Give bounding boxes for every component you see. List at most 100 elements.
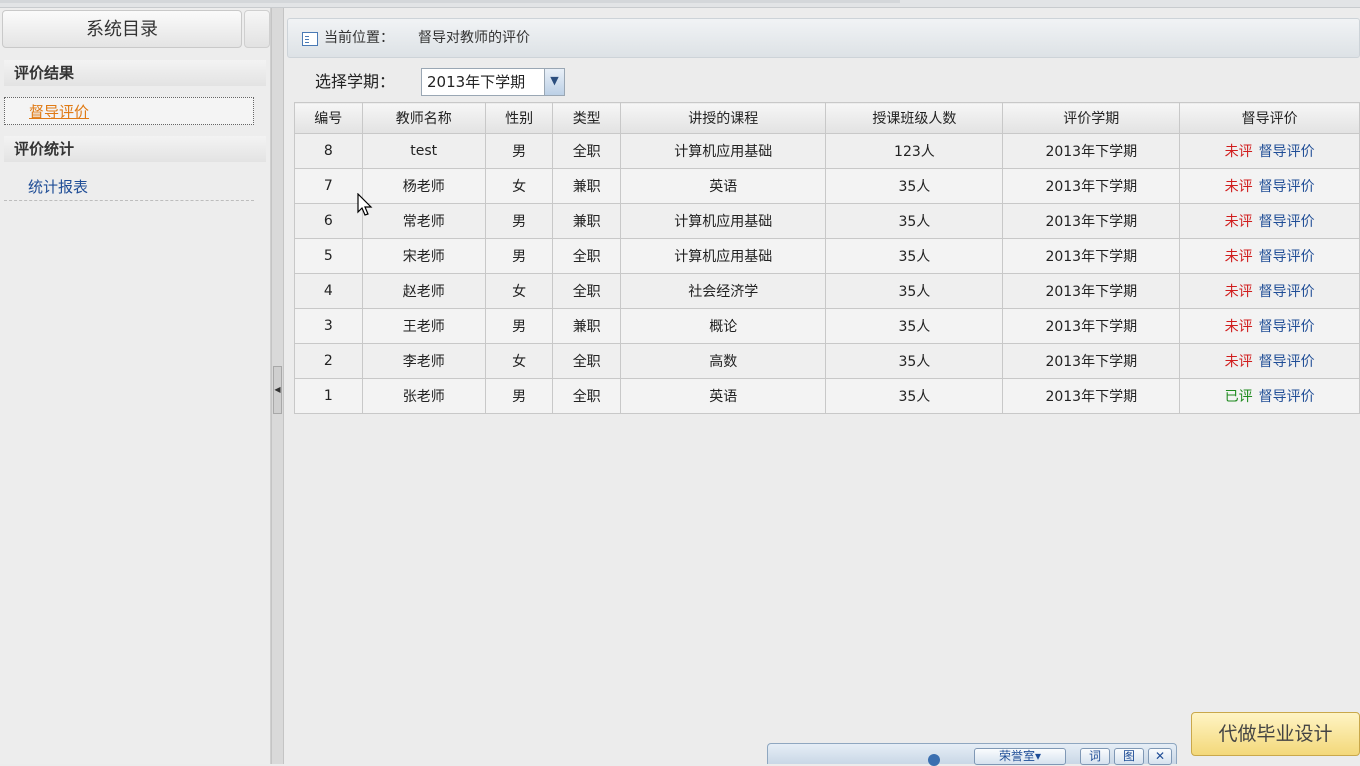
evaluate-link[interactable]: 督导评价 (1259, 319, 1315, 335)
evaluate-link[interactable]: 督导评价 (1259, 214, 1315, 230)
cell-type: 全职 (552, 273, 621, 309)
sidebar-title[interactable]: 系统目录 (2, 10, 242, 48)
evaluate-link[interactable]: 督导评价 (1259, 179, 1315, 195)
cell-id: 2 (294, 343, 363, 379)
window-top-bar (0, 0, 900, 3)
status-badge: 未评 (1224, 249, 1253, 265)
cell-id: 6 (294, 203, 363, 239)
cell-evaluation: 未评 督导评价 (1179, 273, 1360, 309)
sidebar-section-results[interactable]: 评价结果 (4, 60, 266, 86)
cell-gender: 女 (484, 273, 554, 309)
cell-type: 全职 (552, 343, 621, 379)
evaluate-link[interactable]: 督导评价 (1259, 249, 1315, 265)
cell-gender: 男 (484, 203, 554, 239)
status-badge: 未评 (1224, 354, 1253, 370)
chevron-down-icon[interactable]: ▼ (544, 69, 564, 95)
cell-type: 全职 (552, 133, 621, 169)
term-select[interactable]: 2013年下学期 ▼ (421, 68, 565, 96)
sidebar-tab-stub[interactable] (244, 10, 270, 48)
table-row: 3 王老师 男 兼职 概论 35人 2013年下学期 未评 督导评价 (294, 308, 1360, 344)
cell-term: 2013年下学期 (1002, 203, 1181, 239)
sidebar-item-supervisor-evaluation[interactable]: 督导评价 (4, 97, 254, 125)
cell-term: 2013年下学期 (1002, 133, 1181, 169)
col-header-supervisor-evaluation: 督导评价 (1179, 102, 1360, 134)
cell-id: 4 (294, 273, 363, 309)
cell-teacher-name: 杨老师 (361, 168, 486, 204)
table-row: 1 张老师 男 全职 英语 35人 2013年下学期 已评 督导评价 (294, 378, 1360, 414)
list-icon (302, 32, 318, 46)
col-header-course: 讲授的课程 (619, 102, 827, 134)
evaluate-link[interactable]: 督导评价 (1259, 354, 1315, 370)
cell-class-size: 35人 (825, 308, 1004, 344)
evaluate-link[interactable]: 督导评价 (1259, 389, 1315, 405)
evaluate-link[interactable]: 督导评价 (1259, 144, 1315, 160)
cell-type: 全职 (552, 378, 621, 414)
cell-term: 2013年下学期 (1002, 378, 1181, 414)
cell-term: 2013年下学期 (1002, 343, 1181, 379)
status-badge: 未评 (1224, 214, 1253, 230)
cell-gender: 女 (484, 343, 554, 379)
col-header-class-size: 授课班级人数 (825, 102, 1004, 134)
cell-teacher-name: 张老师 (361, 378, 486, 414)
panel-splitter[interactable]: ◀ (271, 8, 284, 764)
toolbar-dropdown[interactable]: 荣誉室▾ (974, 748, 1066, 765)
table-row: 5 宋老师 男 全职 计算机应用基础 35人 2013年下学期 未评 督导评价 (294, 238, 1360, 274)
cell-id: 3 (294, 308, 363, 344)
window-top-edge (0, 0, 1360, 8)
cell-id: 8 (294, 133, 363, 169)
cell-id: 7 (294, 168, 363, 204)
cell-evaluation: 未评 督导评价 (1179, 133, 1360, 169)
cell-course: 计算机应用基础 (619, 133, 827, 169)
floating-toolbar: 荣誉室▾ 词 图 ✕ (767, 743, 1177, 766)
status-badge: 未评 (1224, 284, 1253, 300)
cell-course: 社会经济学 (619, 273, 827, 309)
cell-term: 2013年下学期 (1002, 238, 1181, 274)
col-header-gender: 性别 (484, 102, 554, 134)
term-filter-label: 选择学期： (315, 72, 396, 91)
cell-term: 2013年下学期 (1002, 273, 1181, 309)
cell-type: 全职 (552, 238, 621, 274)
status-badge: 未评 (1224, 319, 1253, 335)
cell-evaluation: 未评 督导评价 (1179, 343, 1360, 379)
cell-gender: 男 (484, 133, 554, 169)
cell-class-size: 35人 (825, 343, 1004, 379)
cell-class-size: 35人 (825, 378, 1004, 414)
record-dot-icon (928, 754, 940, 766)
toolbar-image-button[interactable]: 图 (1114, 748, 1144, 765)
table-row: 2 李老师 女 全职 高数 35人 2013年下学期 未评 督导评价 (294, 343, 1360, 379)
cell-class-size: 35人 (825, 168, 1004, 204)
table-row: 7 杨老师 女 兼职 英语 35人 2013年下学期 未评 督导评价 (294, 168, 1360, 204)
cell-teacher-name: 赵老师 (361, 273, 486, 309)
sidebar-section-statistics[interactable]: 评价统计 (4, 136, 266, 162)
cell-gender: 男 (484, 238, 554, 274)
collapse-arrow-icon[interactable]: ◀ (273, 366, 282, 414)
cell-type: 兼职 (552, 308, 621, 344)
cell-class-size: 35人 (825, 273, 1004, 309)
close-icon[interactable]: ✕ (1148, 748, 1172, 765)
status-badge: 未评 (1224, 179, 1253, 195)
cell-teacher-name: 李老师 (361, 343, 486, 379)
table-row: 4 赵老师 女 全职 社会经济学 35人 2013年下学期 未评 督导评价 (294, 273, 1360, 309)
breadcrumb: 当前位置： 督导对教师的评价 (287, 18, 1360, 58)
ad-banner[interactable]: 代做毕业设计 (1191, 712, 1360, 756)
cell-course: 英语 (619, 378, 827, 414)
cell-course: 概论 (619, 308, 827, 344)
cell-id: 5 (294, 238, 363, 274)
col-header-term: 评价学期 (1002, 102, 1181, 134)
status-badge: 已评 (1224, 389, 1253, 405)
cell-id: 1 (294, 378, 363, 414)
main-content: 当前位置： 督导对教师的评价 选择学期： 2013年下学期 ▼ 编号 教师名称 … (285, 8, 1360, 764)
cell-evaluation: 未评 督导评价 (1179, 203, 1360, 239)
cell-gender: 女 (484, 168, 554, 204)
cell-class-size: 123人 (825, 133, 1004, 169)
cell-course: 英语 (619, 168, 827, 204)
evaluate-link[interactable]: 督导评价 (1259, 284, 1315, 300)
cell-gender: 男 (484, 378, 554, 414)
sidebar-item-statistics-report[interactable]: 统计报表 (4, 173, 254, 201)
cell-evaluation: 已评 督导评价 (1179, 378, 1360, 414)
table-row: 6 常老师 男 兼职 计算机应用基础 35人 2013年下学期 未评 督导评价 (294, 203, 1360, 239)
cell-course: 计算机应用基础 (619, 203, 827, 239)
toolbar-word-button[interactable]: 词 (1080, 748, 1110, 765)
table-header-row: 编号 教师名称 性别 类型 讲授的课程 授课班级人数 评价学期 督导评价 (294, 102, 1360, 134)
breadcrumb-label: 当前位置： (324, 30, 394, 46)
